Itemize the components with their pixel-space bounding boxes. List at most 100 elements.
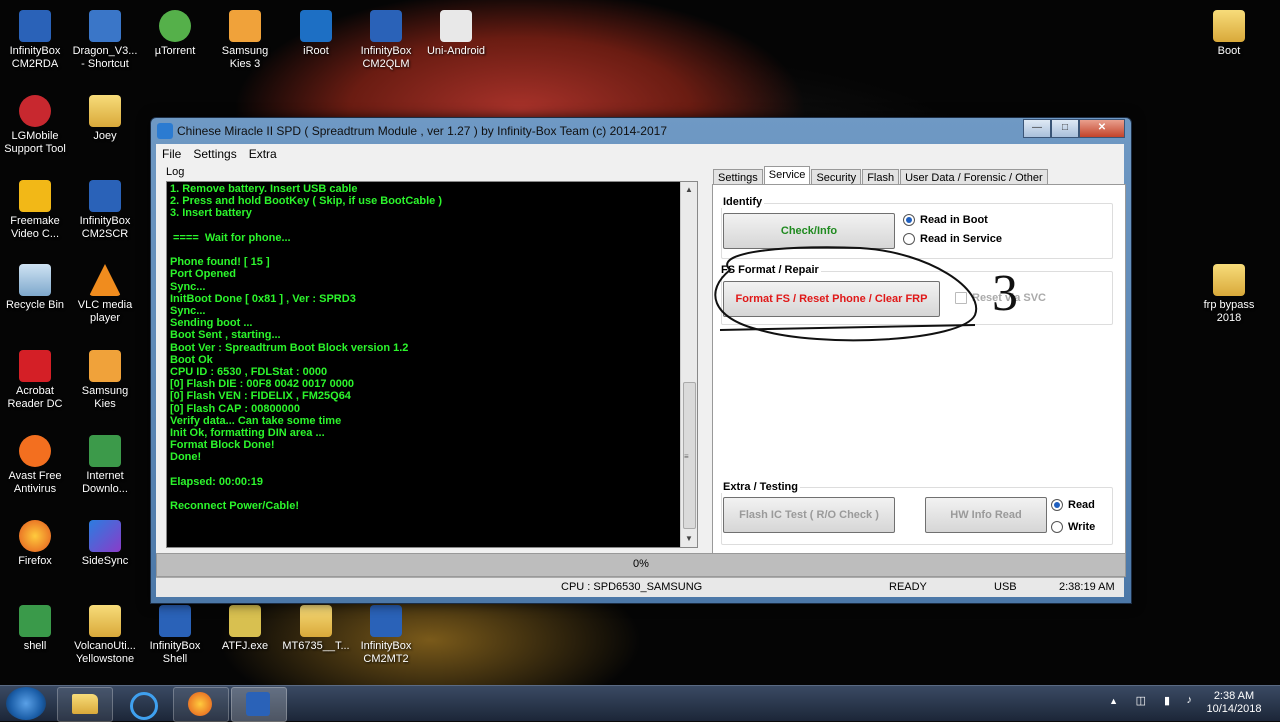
taskbar-ie[interactable]: [115, 687, 169, 720]
desktop-icon-shell[interactable]: shell: [0, 605, 70, 653]
app-window: Chinese Miracle II SPD ( Spreadtrum Modu…: [150, 117, 1132, 604]
radio-unselected-icon: [1051, 521, 1063, 533]
log-scrollbar[interactable]: ▲ ≡ ▼: [680, 182, 697, 547]
network-icon[interactable]: ◫: [1136, 694, 1146, 707]
desktop-icon-frp-bypass-folder[interactable]: frp bypass 2018: [1194, 264, 1264, 325]
maximize-button[interactable]: □: [1051, 119, 1079, 138]
desktop-icon-infinitybox-cm2scr[interactable]: InfinityBox CM2SCR: [70, 180, 140, 241]
acrobat-icon: [19, 350, 51, 382]
kies-icon: [229, 10, 261, 42]
flash-ic-test-button[interactable]: Flash IC Test ( R/O Check ): [723, 497, 895, 533]
taskbar-explorer[interactable]: [57, 687, 113, 722]
read-in-boot-radio[interactable]: Read in Boot: [903, 214, 988, 226]
desktop-icon-vlc[interactable]: VLC media player: [70, 264, 140, 325]
annotation-number: 3: [992, 265, 1018, 322]
radio-selected-icon: [1051, 499, 1063, 511]
log-line: [0] Flash VEN : FIDELIX , FM25Q64: [170, 390, 351, 403]
infinitybox-icon: [89, 180, 121, 212]
log-line: ==== Wait for phone...: [170, 231, 291, 244]
clock-time: 2:38 AM: [1213, 690, 1255, 702]
log-line: 1. Remove battery. Insert USB cable: [170, 183, 358, 195]
folder-icon: [1213, 10, 1245, 42]
dragon-icon: [89, 10, 121, 42]
desktop-icon-infinitybox-cm2mt2[interactable]: InfinityBox CM2MT2: [351, 605, 421, 666]
desktop-icon-joey[interactable]: Joey: [70, 95, 140, 143]
desktop-icon-boot-folder[interactable]: Boot: [1194, 10, 1264, 58]
log-line: [0] Flash DIE : 00F8 0042 0017 0000: [170, 378, 355, 391]
log-line: Boot Ver : Spreadtrum Boot Block version…: [170, 341, 409, 354]
app-icon: [157, 123, 173, 139]
hw-info-read-button[interactable]: HW Info Read: [925, 497, 1047, 533]
log-line: Port Opened: [170, 268, 237, 281]
read-radio[interactable]: Read: [1051, 499, 1095, 511]
status-connection: USB: [994, 581, 1017, 593]
menu-settings[interactable]: Settings: [187, 144, 242, 164]
folder-icon: [1213, 264, 1245, 296]
log-panel[interactable]: 1. Remove battery. Insert USB cable 2. Pr…: [166, 181, 698, 548]
desktop-icon-lgmobile[interactable]: LGMobile Support Tool: [0, 95, 70, 156]
desktop-icon-iroot[interactable]: iRoot: [281, 10, 351, 58]
close-button[interactable]: ✕: [1079, 119, 1125, 138]
desktop-icon-avast[interactable]: Avast Free Antivirus: [0, 435, 70, 496]
atfj-icon: [229, 605, 261, 637]
desktop-icon-samsung-kies-3[interactable]: Samsung Kies 3: [210, 10, 280, 71]
radio-selected-icon: [903, 214, 915, 226]
desktop-icon-idm[interactable]: Internet Downlo...: [70, 435, 140, 496]
desktop-icon-infinitybox-cm2rda[interactable]: InfinityBox CM2RDA: [0, 10, 70, 71]
volume-icon[interactable]: ♪: [1187, 694, 1193, 706]
sidesync-icon: [89, 520, 121, 552]
freemake-icon: [19, 180, 51, 212]
log-line: CPU ID : 6530 , FDLStat : 0000: [170, 366, 328, 379]
tray-expand-icon[interactable]: ▲: [1109, 696, 1118, 706]
taskbar-cm2spd[interactable]: [231, 687, 287, 722]
log-line: [0] Flash CAP : 00800000: [170, 402, 301, 415]
log-line: Sync...: [170, 280, 206, 293]
desktop-icon-samsung-kies[interactable]: Samsung Kies: [70, 350, 140, 411]
desktop-icon-infinitybox-shell[interactable]: InfinityBox Shell: [140, 605, 210, 666]
infinitybox-icon: [370, 605, 402, 637]
desktop-icon-utorrent[interactable]: µTorrent: [140, 10, 210, 58]
desktop-icon-infinitybox-cm2qlm[interactable]: InfinityBox CM2QLM: [351, 10, 421, 71]
firefox-icon: [188, 692, 212, 716]
taskbar-firefox[interactable]: [173, 687, 229, 722]
infinitybox-icon: [159, 605, 191, 637]
log-line: Done!: [170, 451, 202, 464]
window-titlebar[interactable]: Chinese Miracle II SPD ( Spreadtrum Modu…: [151, 118, 1131, 144]
progress-text: 0%: [633, 558, 649, 570]
desktop-icon-volcano[interactable]: VolcanoUti... Yellowstone: [70, 605, 140, 666]
menu-extra[interactable]: Extra: [243, 144, 283, 164]
internet-explorer-icon: [130, 692, 158, 720]
taskbar: ▲ ◫ ▮ ♪ 2:38 AM 10/14/2018: [0, 685, 1280, 722]
extra-testing-title: Extra / Testing: [721, 481, 800, 493]
desktop-icon-recycle-bin[interactable]: Recycle Bin: [0, 264, 70, 312]
desktop-icon-dragon[interactable]: Dragon_V3... - Shortcut: [70, 10, 140, 71]
desktop-icon-mt6735[interactable]: MT6735__T...: [281, 605, 351, 653]
desktop-icon-uni-android[interactable]: Uni-Android: [421, 10, 491, 58]
infinitybox-icon: [19, 10, 51, 42]
clock[interactable]: 2:38 AM 10/14/2018: [1204, 690, 1264, 716]
scroll-up-icon[interactable]: ▲: [681, 182, 697, 198]
desktop-icon-firefox[interactable]: Firefox: [0, 520, 70, 568]
status-cpu: CPU : SPD6530_SAMSUNG: [561, 581, 703, 593]
desktop-icon-acrobat[interactable]: Acrobat Reader DC: [0, 350, 70, 411]
log-line: Sending boot ...: [170, 317, 253, 330]
desktop-icon-sidesync[interactable]: SideSync: [70, 520, 140, 568]
menu-file[interactable]: File: [156, 144, 187, 164]
battery-icon[interactable]: ▮: [1164, 694, 1170, 707]
folder-icon: [300, 605, 332, 637]
progress-bar: 0%: [156, 553, 1126, 577]
log-line: Sync...: [170, 305, 206, 318]
write-radio[interactable]: Write: [1051, 521, 1095, 533]
start-button[interactable]: [6, 687, 46, 720]
minimize-button[interactable]: —: [1023, 119, 1051, 138]
log-text: 1. Remove battery. Insert USB cable 2. Pr…: [170, 183, 675, 512]
desktop-icon-freemake[interactable]: Freemake Video C...: [0, 180, 70, 241]
desktop-icon-atfj[interactable]: ATFJ.exe: [210, 605, 280, 653]
folder-icon: [72, 694, 98, 714]
vlc-icon: [89, 264, 121, 296]
scroll-grip-icon: ≡: [684, 452, 689, 461]
scroll-down-icon[interactable]: ▼: [681, 531, 697, 547]
tab-bar: Settings Service Security Flash User Dat…: [713, 166, 1049, 187]
